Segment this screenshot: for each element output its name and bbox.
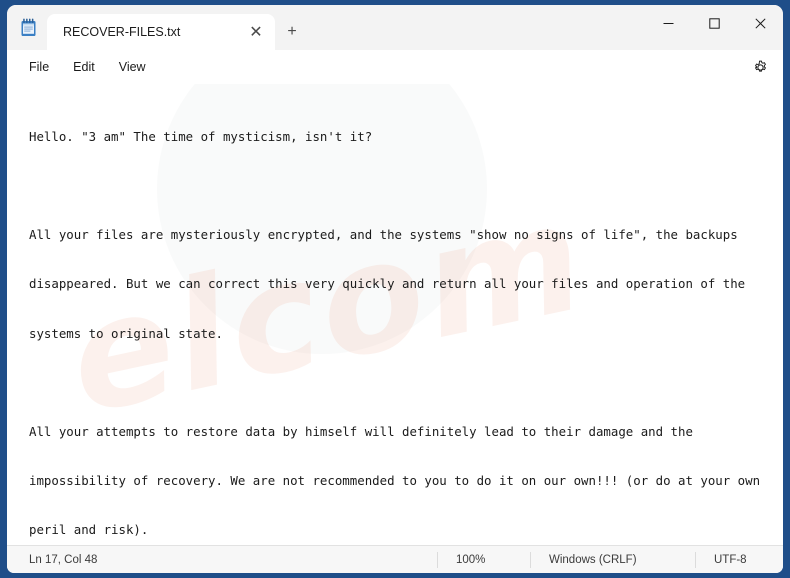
menu-bar: File Edit View: [7, 50, 783, 84]
text-editor-area[interactable]: elcom Hello. "3 am" The time of mysticis…: [7, 84, 783, 545]
note-line: peril and risk).: [29, 522, 149, 538]
maximize-icon[interactable]: [691, 5, 737, 41]
tab-recover-files[interactable]: RECOVER-FILES.txt ✕: [47, 14, 275, 50]
new-tab-button[interactable]: +: [275, 14, 309, 50]
notepad-window: RECOVER-FILES.txt ✕ + File Edit View elc…: [7, 5, 783, 573]
note-line: impossibility of recovery. We are not re…: [29, 473, 761, 489]
minimize-icon[interactable]: [645, 5, 691, 41]
close-window-icon[interactable]: [737, 5, 783, 41]
ransom-note-text[interactable]: Hello. "3 am" The time of mysticism, isn…: [7, 84, 783, 545]
status-zoom[interactable]: 100%: [437, 551, 530, 568]
note-line: systems to original state.: [29, 325, 223, 341]
status-line-ending[interactable]: Windows (CRLF): [530, 551, 695, 568]
gear-icon[interactable]: [747, 54, 773, 80]
note-line: All your files are mysteriously encrypte…: [29, 227, 738, 243]
window-controls: [645, 5, 783, 41]
note-line: Hello. "3 am" The time of mysticism, isn…: [29, 128, 373, 144]
note-blank-line: [29, 178, 783, 194]
note-line: All your attempts to restore data by him…: [29, 424, 693, 440]
menu-item-view[interactable]: View: [107, 57, 158, 78]
menu-item-file[interactable]: File: [17, 57, 61, 78]
status-encoding[interactable]: UTF-8: [695, 551, 783, 568]
title-bar: RECOVER-FILES.txt ✕ +: [7, 5, 783, 50]
tab-strip: RECOVER-FILES.txt ✕ +: [7, 5, 309, 50]
note-line: disappeared. But we can correct this ver…: [29, 276, 746, 292]
tab-title: RECOVER-FILES.txt: [63, 25, 181, 39]
menu-item-edit[interactable]: Edit: [61, 57, 107, 78]
status-bar: Ln 17, Col 48 100% Windows (CRLF) UTF-8: [7, 545, 783, 573]
note-blank-line: [29, 375, 783, 391]
status-right-group: 100% Windows (CRLF) UTF-8: [437, 546, 783, 573]
desktop-background: RECOVER-FILES.txt ✕ + File Edit View elc…: [0, 0, 790, 578]
status-line-column: Ln 17, Col 48: [29, 553, 98, 566]
close-icon[interactable]: ✕: [243, 19, 269, 45]
notepad-icon: [15, 5, 41, 50]
